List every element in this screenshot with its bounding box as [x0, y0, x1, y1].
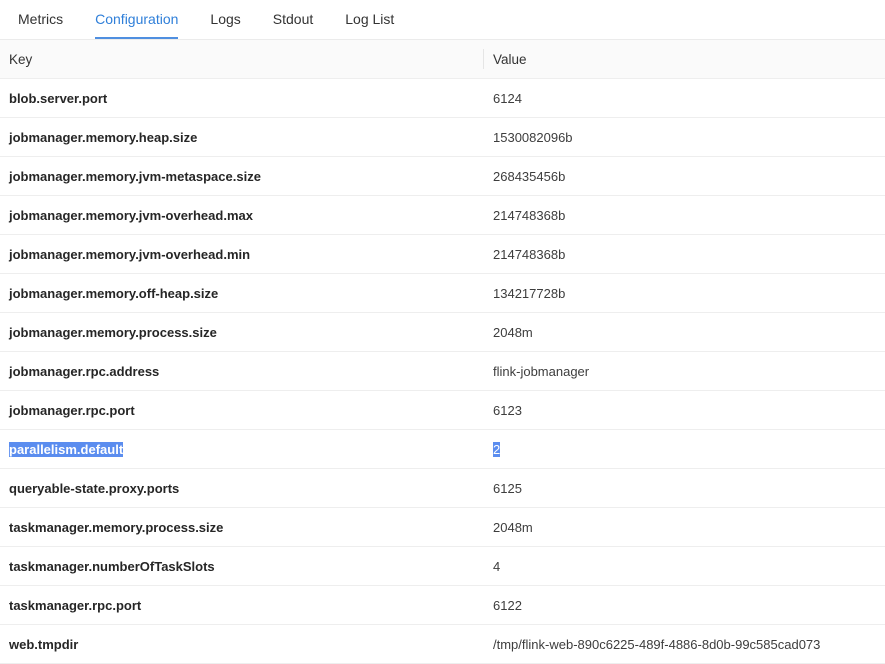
tab-bar: Metrics Configuration Logs Stdout Log Li…: [0, 0, 885, 40]
selected-text: 2: [493, 441, 501, 457]
tab-stdout[interactable]: Stdout: [273, 0, 313, 39]
table-row: jobmanager.memory.off-heap.size 13421772…: [0, 273, 885, 313]
config-value: 4: [484, 546, 885, 586]
table-row: taskmanager.rpc.port 6122: [0, 585, 885, 625]
config-key: jobmanager.rpc.port: [0, 390, 484, 430]
config-key: taskmanager.memory.process.size: [0, 507, 484, 547]
tab-metrics[interactable]: Metrics: [18, 0, 63, 39]
table-row: blob.server.port 6124: [0, 78, 885, 118]
config-value: flink-jobmanager: [484, 351, 885, 391]
config-key: jobmanager.memory.process.size: [0, 312, 484, 352]
table-row: jobmanager.memory.jvm-overhead.min 21474…: [0, 234, 885, 274]
column-header-key[interactable]: Key: [0, 40, 484, 79]
config-key: blob.server.port: [0, 78, 484, 118]
config-key: taskmanager.rpc.port: [0, 585, 484, 625]
config-value: 214748368b: [484, 195, 885, 235]
selected-text: parallelism.default: [9, 441, 124, 457]
config-value: 268435456b: [484, 156, 885, 196]
config-key: jobmanager.memory.off-heap.size: [0, 273, 484, 313]
column-header-value[interactable]: Value: [484, 40, 885, 79]
config-value: 6125: [484, 468, 885, 508]
table-row-selected: parallelism.default 2: [0, 429, 885, 469]
table-row: web.tmpdir /tmp/flink-web-890c6225-489f-…: [0, 624, 885, 664]
table-row: jobmanager.rpc.port 6123: [0, 390, 885, 430]
config-value: 6123: [484, 390, 885, 430]
config-key: web.tmpdir: [0, 624, 484, 664]
config-key: taskmanager.numberOfTaskSlots: [0, 546, 484, 586]
table-row: taskmanager.memory.process.size 2048m: [0, 507, 885, 547]
config-value: 6124: [484, 78, 885, 118]
config-value: 6122: [484, 585, 885, 625]
table-header-row: Key Value: [0, 40, 885, 79]
config-value: 2048m: [484, 507, 885, 547]
config-key: parallelism.default: [0, 429, 484, 469]
config-value: 2048m: [484, 312, 885, 352]
tab-configuration[interactable]: Configuration: [95, 0, 179, 39]
config-value: 1530082096b: [484, 117, 885, 157]
config-key: jobmanager.memory.heap.size: [0, 117, 484, 157]
config-value: 214748368b: [484, 234, 885, 274]
configuration-table: Key Value blob.server.port 6124 jobmanag…: [0, 40, 885, 664]
table-row: queryable-state.proxy.ports 6125: [0, 468, 885, 508]
table-row: jobmanager.memory.jvm-overhead.max 21474…: [0, 195, 885, 235]
table-row: jobmanager.memory.jvm-metaspace.size 268…: [0, 156, 885, 196]
table-row: jobmanager.memory.process.size 2048m: [0, 312, 885, 352]
tab-log-list[interactable]: Log List: [345, 0, 394, 39]
table-row: taskmanager.numberOfTaskSlots 4: [0, 546, 885, 586]
config-key: jobmanager.rpc.address: [0, 351, 484, 391]
task-manager-page: Metrics Configuration Logs Stdout Log Li…: [0, 0, 885, 664]
table-row: jobmanager.memory.heap.size 1530082096b: [0, 117, 885, 157]
tab-logs[interactable]: Logs: [210, 0, 240, 39]
config-value: /tmp/flink-web-890c6225-489f-4886-8d0b-9…: [484, 624, 885, 664]
config-value: 2: [484, 429, 885, 469]
table-row: jobmanager.rpc.address flink-jobmanager: [0, 351, 885, 391]
config-value: 134217728b: [484, 273, 885, 313]
config-key: queryable-state.proxy.ports: [0, 468, 484, 508]
config-key: jobmanager.memory.jvm-overhead.max: [0, 195, 484, 235]
config-key: jobmanager.memory.jvm-metaspace.size: [0, 156, 484, 196]
config-key: jobmanager.memory.jvm-overhead.min: [0, 234, 484, 274]
